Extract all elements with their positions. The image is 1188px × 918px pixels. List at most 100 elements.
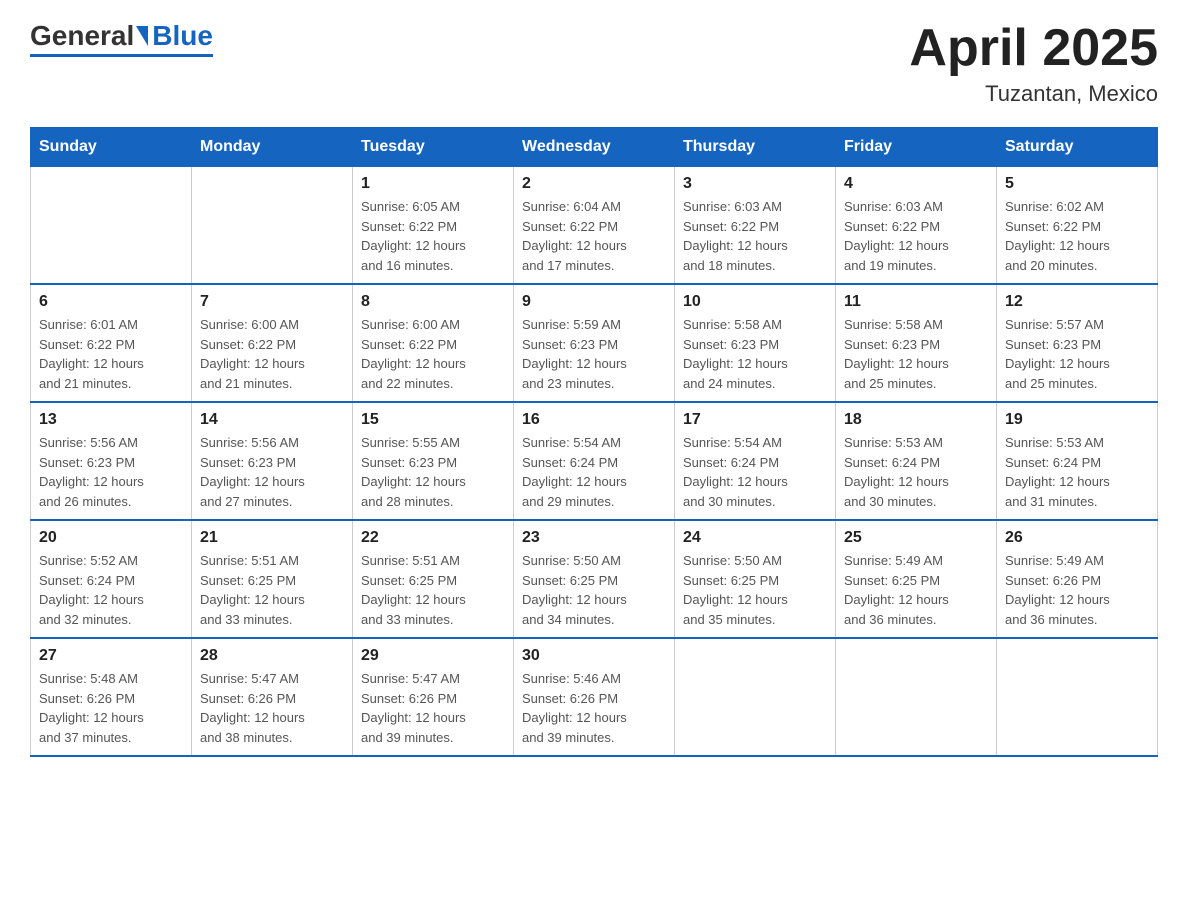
day-number: 18: [844, 411, 988, 429]
day-info: Sunrise: 6:05 AM Sunset: 6:22 PM Dayligh…: [361, 197, 505, 275]
calendar-cell: [675, 638, 836, 756]
day-number: 1: [361, 175, 505, 193]
calendar-week-2: 6Sunrise: 6:01 AM Sunset: 6:22 PM Daylig…: [31, 284, 1158, 402]
day-info: Sunrise: 5:48 AM Sunset: 6:26 PM Dayligh…: [39, 669, 183, 747]
calendar-cell: [997, 638, 1158, 756]
title-section: April 2025 Tuzantan, Mexico: [909, 20, 1158, 107]
day-info: Sunrise: 5:51 AM Sunset: 6:25 PM Dayligh…: [200, 551, 344, 629]
calendar-cell: 3 Sunrise: 6:03 AM Sunset: 6:22 PM Daylig…: [675, 167, 836, 285]
day-number: 4: [844, 175, 988, 193]
calendar-cell: 29 Sunrise: 5:47 AM Sunset: 6:26 PM Dayli…: [353, 638, 514, 756]
day-number: 30: [522, 647, 666, 665]
calendar-cell: 25Sunrise: 5:49 AM Sunset: 6:25 PM Dayli…: [836, 520, 997, 638]
day-number: 5: [1005, 175, 1149, 193]
day-number: 17: [683, 411, 827, 429]
calendar-cell: 5 Sunrise: 6:02 AM Sunset: 6:22 PM Daylig…: [997, 167, 1158, 285]
calendar-cell: 26Sunrise: 5:49 AM Sunset: 6:26 PM Dayli…: [997, 520, 1158, 638]
day-number: 9: [522, 293, 666, 311]
day-info: Sunrise: 6:04 AM Sunset: 6:22 PM Dayligh…: [522, 197, 666, 275]
calendar-cell: 20 Sunrise: 5:52 AM Sunset: 6:24 PM Dayli…: [31, 520, 192, 638]
calendar-header-friday: Friday: [836, 128, 997, 167]
day-number: 11: [844, 293, 988, 311]
calendar-cell: 27 Sunrise: 5:48 AM Sunset: 6:26 PM Dayli…: [31, 638, 192, 756]
logo: General Blue: [30, 20, 213, 57]
calendar-cell: 9 Sunrise: 5:59 AM Sunset: 6:23 PM Daylig…: [514, 284, 675, 402]
calendar-cell: 19Sunrise: 5:53 AM Sunset: 6:24 PM Dayli…: [997, 402, 1158, 520]
logo-underline: [30, 54, 213, 57]
calendar-cell: 21 Sunrise: 5:51 AM Sunset: 6:25 PM Dayli…: [192, 520, 353, 638]
day-info: Sunrise: 6:00 AM Sunset: 6:22 PM Dayligh…: [200, 315, 344, 393]
day-info: Sunrise: 5:47 AM Sunset: 6:26 PM Dayligh…: [200, 669, 344, 747]
day-number: 21: [200, 529, 344, 547]
day-number: 10: [683, 293, 827, 311]
logo-general-text: General: [30, 20, 134, 52]
calendar-week-3: 13 Sunrise: 5:56 AM Sunset: 6:23 PM Dayli…: [31, 402, 1158, 520]
calendar-header-sunday: Sunday: [31, 128, 192, 167]
day-info: Sunrise: 5:46 AM Sunset: 6:26 PM Dayligh…: [522, 669, 666, 747]
day-info: Sunrise: 6:00 AM Sunset: 6:22 PM Dayligh…: [361, 315, 505, 393]
logo-text: General Blue: [30, 20, 213, 52]
day-info: Sunrise: 5:49 AM Sunset: 6:26 PM Dayligh…: [1005, 551, 1149, 629]
calendar-cell: 16 Sunrise: 5:54 AM Sunset: 6:24 PM Dayli…: [514, 402, 675, 520]
calendar-cell: 4 Sunrise: 6:03 AM Sunset: 6:22 PM Daylig…: [836, 167, 997, 285]
day-number: 23: [522, 529, 666, 547]
day-info: Sunrise: 5:56 AM Sunset: 6:23 PM Dayligh…: [39, 433, 183, 511]
calendar-cell: 17 Sunrise: 5:54 AM Sunset: 6:24 PM Dayli…: [675, 402, 836, 520]
day-number: 7: [200, 293, 344, 311]
day-number: 27: [39, 647, 183, 665]
day-number: 25: [844, 529, 988, 547]
day-number: 24: [683, 529, 827, 547]
day-number: 13: [39, 411, 183, 429]
calendar-cell: 8Sunrise: 6:00 AM Sunset: 6:22 PM Daylig…: [353, 284, 514, 402]
day-info: Sunrise: 6:02 AM Sunset: 6:22 PM Dayligh…: [1005, 197, 1149, 275]
day-info: Sunrise: 5:55 AM Sunset: 6:23 PM Dayligh…: [361, 433, 505, 511]
day-number: 6: [39, 293, 183, 311]
day-info: Sunrise: 6:03 AM Sunset: 6:22 PM Dayligh…: [844, 197, 988, 275]
calendar-cell: 23Sunrise: 5:50 AM Sunset: 6:25 PM Dayli…: [514, 520, 675, 638]
day-info: Sunrise: 5:52 AM Sunset: 6:24 PM Dayligh…: [39, 551, 183, 629]
day-number: 19: [1005, 411, 1149, 429]
day-number: 2: [522, 175, 666, 193]
calendar-cell: 2 Sunrise: 6:04 AM Sunset: 6:22 PM Daylig…: [514, 167, 675, 285]
day-info: Sunrise: 5:54 AM Sunset: 6:24 PM Dayligh…: [522, 433, 666, 511]
calendar-cell: 13 Sunrise: 5:56 AM Sunset: 6:23 PM Dayli…: [31, 402, 192, 520]
day-number: 16: [522, 411, 666, 429]
calendar-cell: 7 Sunrise: 6:00 AM Sunset: 6:22 PM Daylig…: [192, 284, 353, 402]
calendar-cell: [192, 167, 353, 285]
calendar-week-4: 20 Sunrise: 5:52 AM Sunset: 6:24 PM Dayli…: [31, 520, 1158, 638]
calendar-week-5: 27 Sunrise: 5:48 AM Sunset: 6:26 PM Dayli…: [31, 638, 1158, 756]
day-info: Sunrise: 5:47 AM Sunset: 6:26 PM Dayligh…: [361, 669, 505, 747]
day-number: 22: [361, 529, 505, 547]
calendar-week-1: 1 Sunrise: 6:05 AM Sunset: 6:22 PM Daylig…: [31, 167, 1158, 285]
calendar-header-saturday: Saturday: [997, 128, 1158, 167]
day-info: Sunrise: 5:58 AM Sunset: 6:23 PM Dayligh…: [844, 315, 988, 393]
calendar-title: April 2025: [909, 20, 1158, 77]
calendar-cell: 1 Sunrise: 6:05 AM Sunset: 6:22 PM Daylig…: [353, 167, 514, 285]
day-info: Sunrise: 5:51 AM Sunset: 6:25 PM Dayligh…: [361, 551, 505, 629]
day-number: 14: [200, 411, 344, 429]
day-info: Sunrise: 6:03 AM Sunset: 6:22 PM Dayligh…: [683, 197, 827, 275]
calendar-cell: [836, 638, 997, 756]
calendar-cell: 30 Sunrise: 5:46 AM Sunset: 6:26 PM Dayli…: [514, 638, 675, 756]
day-number: 3: [683, 175, 827, 193]
day-info: Sunrise: 5:54 AM Sunset: 6:24 PM Dayligh…: [683, 433, 827, 511]
calendar-cell: 24Sunrise: 5:50 AM Sunset: 6:25 PM Dayli…: [675, 520, 836, 638]
logo-blue-text: Blue: [152, 20, 213, 52]
calendar-header-monday: Monday: [192, 128, 353, 167]
calendar-cell: 6Sunrise: 6:01 AM Sunset: 6:22 PM Daylig…: [31, 284, 192, 402]
day-info: Sunrise: 5:59 AM Sunset: 6:23 PM Dayligh…: [522, 315, 666, 393]
calendar-table: SundayMondayTuesdayWednesdayThursdayFrid…: [30, 127, 1158, 757]
calendar-cell: 15 Sunrise: 5:55 AM Sunset: 6:23 PM Dayli…: [353, 402, 514, 520]
day-number: 15: [361, 411, 505, 429]
day-info: Sunrise: 5:56 AM Sunset: 6:23 PM Dayligh…: [200, 433, 344, 511]
calendar-cell: 28Sunrise: 5:47 AM Sunset: 6:26 PM Dayli…: [192, 638, 353, 756]
calendar-header-wednesday: Wednesday: [514, 128, 675, 167]
page-header: General Blue April 2025 Tuzantan, Mexico: [30, 20, 1158, 107]
calendar-cell: 22 Sunrise: 5:51 AM Sunset: 6:25 PM Dayli…: [353, 520, 514, 638]
day-number: 20: [39, 529, 183, 547]
day-info: Sunrise: 5:57 AM Sunset: 6:23 PM Dayligh…: [1005, 315, 1149, 393]
calendar-header-tuesday: Tuesday: [353, 128, 514, 167]
day-number: 29: [361, 647, 505, 665]
calendar-header-thursday: Thursday: [675, 128, 836, 167]
calendar-cell: 11 Sunrise: 5:58 AM Sunset: 6:23 PM Dayli…: [836, 284, 997, 402]
